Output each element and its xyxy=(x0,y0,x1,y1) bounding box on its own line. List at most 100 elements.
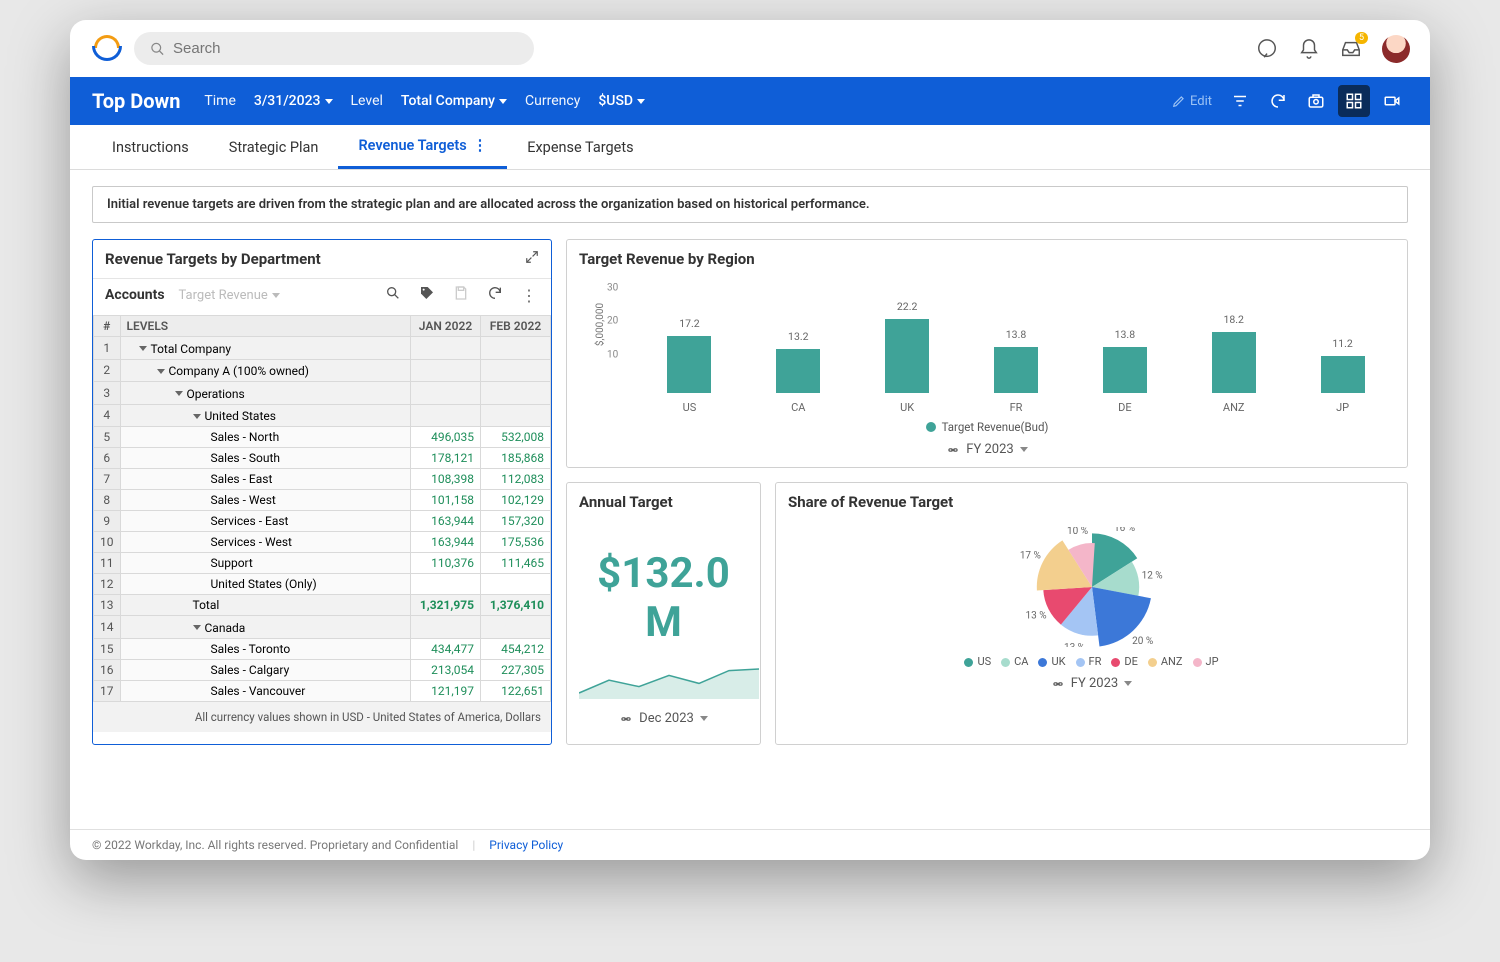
table-save-icon[interactable] xyxy=(451,285,471,305)
table-row[interactable]: 10Services - West163,944175,536 xyxy=(94,532,551,553)
table-row[interactable]: 6Sales - South178,121185,868 xyxy=(94,448,551,469)
value-cell[interactable]: 532,008 xyxy=(481,427,551,448)
bar-column[interactable]: 17.2 US xyxy=(635,317,744,414)
avatar[interactable] xyxy=(1382,35,1410,63)
value-cell[interactable]: 1,321,975 xyxy=(411,595,481,616)
level-cell[interactable]: United States (Only) xyxy=(120,574,411,595)
level-cell[interactable]: Total xyxy=(120,595,411,616)
table-refresh-icon[interactable] xyxy=(485,285,505,305)
edit-button[interactable]: Edit xyxy=(1172,94,1212,109)
level-cell[interactable]: Sales - North xyxy=(120,427,411,448)
value-cell[interactable]: 112,083 xyxy=(481,469,551,490)
level-cell[interactable]: Sales - West xyxy=(120,490,411,511)
value-cell[interactable]: 121,197 xyxy=(411,680,481,701)
bar-column[interactable]: 13.8 DE xyxy=(1070,328,1179,414)
table-row[interactable]: 7Sales - East108,398112,083 xyxy=(94,469,551,490)
filter-button[interactable] xyxy=(1224,85,1256,117)
chat-icon[interactable] xyxy=(1256,38,1278,60)
table-row[interactable]: 5Sales - North496,035532,008 xyxy=(94,427,551,448)
table-row[interactable]: 14Canada xyxy=(94,616,551,639)
caret-icon[interactable] xyxy=(139,346,147,351)
caret-icon[interactable] xyxy=(193,414,201,419)
period-selector[interactable]: FY 2023 xyxy=(577,442,1397,457)
legend-item[interactable]: JP xyxy=(1193,655,1219,668)
value-cell[interactable]: 185,868 xyxy=(481,448,551,469)
tab-revenue-targets[interactable]: Revenue Targets⋮ xyxy=(338,125,507,169)
caret-icon[interactable] xyxy=(193,625,201,630)
search-input[interactable] xyxy=(173,40,518,57)
value-cell[interactable]: 122,651 xyxy=(481,680,551,701)
bar-column[interactable]: 18.2 ANZ xyxy=(1179,313,1288,414)
table-row[interactable]: 13Total1,321,9751,376,410 xyxy=(94,595,551,616)
period-selector[interactable]: FY 2023 xyxy=(1051,676,1132,691)
value-cell[interactable]: 1,376,410 xyxy=(481,595,551,616)
caret-icon[interactable] xyxy=(157,369,165,374)
bell-icon[interactable] xyxy=(1298,38,1320,60)
col-jan[interactable]: JAN 2022 xyxy=(411,316,481,337)
table-row[interactable]: 16Sales - Calgary213,054227,305 xyxy=(94,659,551,680)
currency-selector[interactable]: $USD xyxy=(598,93,645,109)
value-cell[interactable] xyxy=(411,616,481,639)
refresh-button[interactable] xyxy=(1262,85,1294,117)
legend-item[interactable]: CA xyxy=(1001,655,1028,668)
table-search-icon[interactable] xyxy=(383,285,403,305)
value-cell[interactable]: 213,054 xyxy=(411,659,481,680)
expand-icon[interactable] xyxy=(525,250,539,268)
value-cell[interactable]: 175,536 xyxy=(481,532,551,553)
level-cell[interactable]: Sales - South xyxy=(120,448,411,469)
value-cell[interactable]: 157,320 xyxy=(481,511,551,532)
table-row[interactable]: 8Sales - West101,158102,129 xyxy=(94,490,551,511)
value-cell[interactable] xyxy=(481,382,551,405)
value-cell[interactable] xyxy=(481,337,551,360)
value-cell[interactable] xyxy=(481,359,551,382)
level-cell[interactable]: Total Company xyxy=(120,337,411,360)
caret-icon[interactable] xyxy=(175,391,183,396)
level-cell[interactable]: Services - West xyxy=(120,532,411,553)
value-cell[interactable]: 108,398 xyxy=(411,469,481,490)
value-cell[interactable]: 102,129 xyxy=(481,490,551,511)
value-cell[interactable] xyxy=(411,404,481,427)
table-menu-icon[interactable]: ⋮ xyxy=(519,286,539,305)
level-selector[interactable]: Total Company xyxy=(401,93,507,109)
level-cell[interactable]: Sales - Calgary xyxy=(120,659,411,680)
value-cell[interactable] xyxy=(481,616,551,639)
value-cell[interactable]: 163,944 xyxy=(411,532,481,553)
value-cell[interactable]: 163,944 xyxy=(411,511,481,532)
grid-view-button[interactable] xyxy=(1338,85,1370,117)
video-button[interactable] xyxy=(1376,85,1408,117)
level-cell[interactable]: United States xyxy=(120,404,411,427)
value-cell[interactable] xyxy=(411,337,481,360)
level-cell[interactable]: Support xyxy=(120,553,411,574)
value-cell[interactable] xyxy=(411,382,481,405)
level-cell[interactable]: Sales - Toronto xyxy=(120,638,411,659)
bar-column[interactable]: 13.8 FR xyxy=(962,328,1071,414)
value-cell[interactable]: 111,465 xyxy=(481,553,551,574)
legend-item[interactable]: ANZ xyxy=(1148,655,1183,668)
value-cell[interactable] xyxy=(411,359,481,382)
table-row[interactable]: 11Support110,376111,465 xyxy=(94,553,551,574)
period-selector[interactable]: Dec 2023 xyxy=(579,711,748,726)
level-cell[interactable]: Sales - Vancouver xyxy=(120,680,411,701)
level-cell[interactable]: Sales - East xyxy=(120,469,411,490)
tab-instructions[interactable]: Instructions xyxy=(92,125,209,169)
value-cell[interactable]: 496,035 xyxy=(411,427,481,448)
kebab-icon[interactable]: ⋮ xyxy=(473,137,488,154)
inbox-icon[interactable]: 5 xyxy=(1340,38,1362,60)
camera-button[interactable] xyxy=(1300,85,1332,117)
time-selector[interactable]: 3/31/2023 xyxy=(254,93,333,109)
value-cell[interactable]: 178,121 xyxy=(411,448,481,469)
value-cell[interactable]: 454,212 xyxy=(481,638,551,659)
bar-column[interactable]: 13.2 CA xyxy=(744,330,853,414)
legend-item[interactable]: DE xyxy=(1111,655,1137,668)
legend-item[interactable]: UK xyxy=(1038,655,1065,668)
level-cell[interactable]: Canada xyxy=(120,616,411,639)
col-feb[interactable]: FEB 2022 xyxy=(481,316,551,337)
table-row[interactable]: 9Services - East163,944157,320 xyxy=(94,511,551,532)
tab-strategic-plan[interactable]: Strategic Plan xyxy=(209,125,339,169)
table-row[interactable]: 15Sales - Toronto434,477454,212 xyxy=(94,638,551,659)
target-revenue-dropdown[interactable]: Target Revenue xyxy=(179,288,280,303)
revenue-table[interactable]: # LEVELS JAN 2022 FEB 2022 1Total Compan… xyxy=(93,315,551,702)
level-cell[interactable]: Operations xyxy=(120,382,411,405)
value-cell[interactable]: 101,158 xyxy=(411,490,481,511)
legend-item[interactable]: FR xyxy=(1076,655,1102,668)
